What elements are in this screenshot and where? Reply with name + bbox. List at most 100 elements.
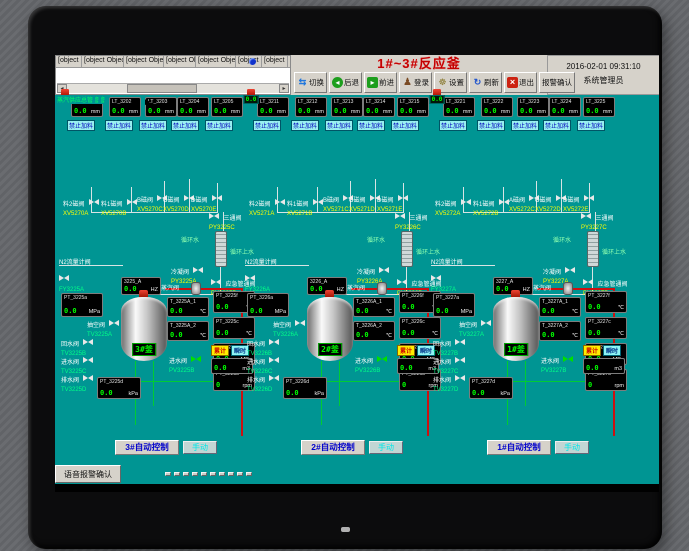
valve-icon[interactable] <box>431 275 441 281</box>
toolbar-button[interactable]: 报警确认 <box>539 72 575 93</box>
instrument-tag: PT_3225a <box>64 295 87 301</box>
sections-host: LT_3201 0.0 mm LT_3202 0.0 mm LT_3203 <box>55 95 659 492</box>
valve-code: TV3225D <box>61 387 105 393</box>
valve-icon[interactable] <box>245 275 255 281</box>
bottom-tab[interactable] <box>210 472 216 476</box>
toolbar-button[interactable]: 退出 <box>504 72 537 93</box>
instrument-unit: ℃ <box>618 305 624 311</box>
toolbar-button[interactable]: 后退 <box>329 72 362 93</box>
valve-icon[interactable] <box>379 267 389 273</box>
valve-icon[interactable] <box>59 275 69 281</box>
steam-valve-label: 蒸汽阀 <box>347 283 365 292</box>
manual-button[interactable]: 手动 <box>369 441 403 454</box>
valve-icon[interactable] <box>499 199 509 205</box>
valve-icon[interactable] <box>581 213 591 219</box>
valve-code: XV5270A <box>63 211 105 217</box>
valve-icon[interactable] <box>211 279 221 285</box>
auto-control-button[interactable]: 3#自动控制 <box>115 440 179 455</box>
scada-canvas: 氮气供应总管 ▶ 压缩空气供应总管 ▶ 循环水上水总管 ▶ 冷冻 <box>55 95 659 492</box>
toolbar-button-label: 后退 <box>344 77 359 88</box>
toolbar-button[interactable]: 切换 <box>294 72 327 93</box>
valve-label: N2流量计阀 <box>431 260 463 266</box>
valve-icon[interactable] <box>377 356 387 362</box>
valve-icon[interactable] <box>89 199 99 205</box>
scroll-right-arrow[interactable]: ▸ <box>279 84 289 93</box>
valve-code: PV3226B <box>355 368 395 374</box>
valve-icon[interactable] <box>295 320 305 326</box>
valve-icon[interactable] <box>455 375 465 381</box>
bottom-tab[interactable] <box>192 472 198 476</box>
auto-control-button[interactable]: 1#自动控制 <box>487 440 551 455</box>
toolbar-button-label: 登录 <box>414 77 429 88</box>
valve-label: 三通阀 <box>595 216 613 222</box>
valve-icon[interactable] <box>127 199 137 205</box>
flow-total-button[interactable]: 累计 <box>211 345 229 356</box>
valve-icon[interactable] <box>275 199 285 205</box>
instrument-value: 0.0 <box>170 307 183 315</box>
instrument-box: T_3227A_1 0.0 ℃ <box>539 297 581 317</box>
valve-icon[interactable] <box>461 199 471 205</box>
motor-unit: HZ <box>523 287 530 293</box>
valve-icon[interactable] <box>83 357 93 363</box>
valve-icon[interactable] <box>565 267 575 273</box>
valve-icon[interactable] <box>563 356 573 362</box>
flow-total-button[interactable]: 累计 <box>583 345 601 356</box>
flow-total-button[interactable]: 累计 <box>397 345 415 356</box>
bottom-tab[interactable] <box>201 472 207 476</box>
camera-dot <box>341 527 350 532</box>
water-pipe <box>321 381 399 382</box>
valve-icon[interactable] <box>193 267 203 273</box>
valve-label: 进水阀 <box>355 359 373 365</box>
instrument-unit: kPa <box>501 391 510 397</box>
scroll-thumb[interactable] <box>127 84 197 93</box>
water-pipe <box>135 381 213 382</box>
instrument-tag: T_3226A_2 <box>356 323 382 329</box>
n2-flowmeter-valve-group: N2流量计阀 FY3226A <box>245 251 289 293</box>
toolbar-button[interactable]: 登录 <box>399 72 432 93</box>
valve-icon[interactable] <box>583 279 593 285</box>
bottom-tab[interactable] <box>228 472 234 476</box>
valve-icon[interactable] <box>269 357 279 363</box>
valve-icon[interactable] <box>395 213 405 219</box>
bottom-tab[interactable] <box>237 472 243 476</box>
bottom-tab[interactable] <box>165 472 171 476</box>
alarm-column-header: [object Object] <box>262 56 288 67</box>
bottom-tab[interactable] <box>183 472 189 476</box>
condenser-label: 循环水 <box>181 235 199 244</box>
toolbar-button[interactable]: 前进 <box>364 72 397 93</box>
valve-icon[interactable] <box>397 279 407 285</box>
valve-icon[interactable] <box>481 320 491 326</box>
reactor-name-display: 2#釜 <box>318 343 342 356</box>
valve-icon[interactable] <box>191 356 201 362</box>
valve-icon[interactable] <box>398 195 408 201</box>
manual-button[interactable]: 手动 <box>183 441 217 454</box>
feed-valve-group: 料2磁阀 XV5272A <box>435 193 477 217</box>
water-valve-group: 排水阀 TV3227D <box>433 369 477 393</box>
valve-icon[interactable] <box>83 375 93 381</box>
valve-icon[interactable] <box>455 357 465 363</box>
toolbar-icon <box>332 77 343 88</box>
valve-icon[interactable] <box>212 195 222 201</box>
three-way-valve-group: 三通阀 PY3227C <box>581 207 627 231</box>
bottom-tab[interactable] <box>219 472 225 476</box>
alarm-column-header: [object Object] <box>124 56 164 67</box>
valve-label: 进水阀 <box>247 360 265 366</box>
valve-icon[interactable] <box>83 339 93 345</box>
instrument-tag: T_3226A_1 <box>356 299 382 305</box>
valve-icon[interactable] <box>209 213 219 219</box>
manual-button[interactable]: 手动 <box>555 441 589 454</box>
valve-label: 料1磁阀 <box>287 202 308 208</box>
valve-icon[interactable] <box>269 339 279 345</box>
alarm-column-header: [object Object] <box>82 56 124 67</box>
bottom-tab[interactable] <box>174 472 180 476</box>
bottom-tab[interactable] <box>246 472 252 476</box>
voice-alarm-confirm-button[interactable]: 语音报警确认 <box>55 465 121 483</box>
valve-icon[interactable] <box>269 375 279 381</box>
valve-icon[interactable] <box>584 195 594 201</box>
auto-control-button[interactable]: 2#自动控制 <box>301 440 365 455</box>
valve-icon[interactable] <box>109 320 119 326</box>
toolbar-button[interactable]: 刷新 <box>469 72 502 93</box>
valve-icon[interactable] <box>313 199 323 205</box>
valve-icon[interactable] <box>455 339 465 345</box>
flow-instant-button[interactable]: 瞬时 <box>603 345 621 356</box>
